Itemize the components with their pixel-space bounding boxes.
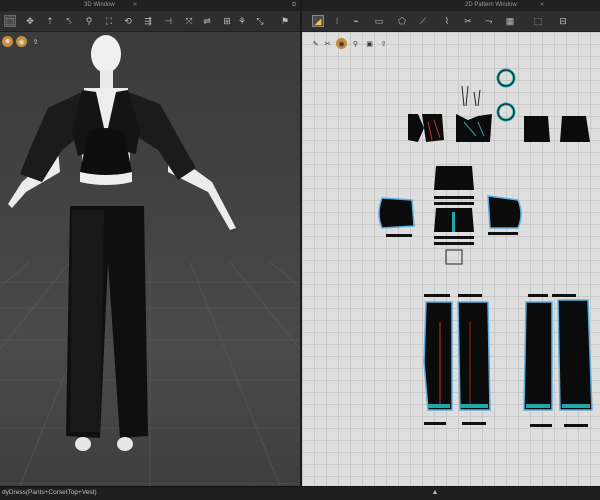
waistband-pieces [424,249,576,297]
segment-icon[interactable]: ⌇ [441,15,453,27]
toolbar-2d: ◢ ⁝ ⌁ ▭ ⬠ ⟋ ⌇ ✂ ⤳ ▦ ⬚ ⊟ [302,11,600,32]
avatar-scene [8,35,236,451]
garment-corset-top [80,128,132,175]
window-2d-title: 2D Pattern Window [465,2,517,8]
export-icon[interactable]: ⇪ [30,36,41,47]
symmetry-icon[interactable]: ⊟ [557,15,569,27]
curve-point-icon[interactable]: ⌁ [350,15,362,27]
measure-icon[interactable]: ⇶ [142,15,154,27]
window-2d: 2D Pattern Window ✕ ◢ ⁝ ⌁ ▭ ⬠ ⟋ ⌇ ✂ ⤳ ▦ … [302,0,600,486]
strap-icon[interactable]: ⚘ [236,15,248,27]
polygon-icon[interactable]: ⬠ [396,15,408,27]
trim-strap-pieces [461,68,516,122]
lasso-icon[interactable]: ⟲ [122,15,134,27]
arrange-icon[interactable]: ⤧ [183,15,195,27]
expand-up-icon[interactable]: ▲ [431,489,439,497]
window-3d-titlebar: 3D Window ✕ ⧉ [0,0,300,11]
trim-icon[interactable]: ⤡ [254,15,266,27]
texture-icon[interactable]: ◉ [16,36,27,47]
puckering-icon[interactable]: ⇌ [201,15,213,27]
rectangle-icon[interactable]: ▭ [373,15,385,27]
internal-line-icon[interactable]: ⟋ [417,15,429,27]
transform-pattern-icon[interactable]: ◢ [312,15,324,27]
close-icon[interactable]: ✕ [131,0,139,11]
sewing-icon[interactable]: ✂ [462,15,474,27]
select-mesh-icon[interactable]: ⬚ [4,15,16,27]
free-sewing-icon[interactable]: ⤳ [483,15,495,27]
avatar-pose-icon[interactable]: ⊞ [221,15,233,27]
pants-pattern-pieces [423,299,593,427]
status-bar: dyDress(Pants+CorsetTop+Vest) ▲ [0,486,600,500]
ruler-icon[interactable]: ⊣ [162,15,174,27]
edit-point-icon[interactable]: ⁝ [331,15,343,27]
undock-icon[interactable]: ⧉ [290,0,298,11]
status-text: dyDress(Pants+CorsetTop+Vest) [2,489,97,496]
app-root: 3D Window ✕ ⧉ ⬚ ✥ ⇡ ⤣ ⚲ ⛶ ⟲ ⇶ ⊣ ⤧ ⇌ ⊞ ⚘ … [0,0,600,500]
tack-icon[interactable]: ⇡ [44,15,56,27]
window-3d-title: 3D Window [84,2,115,8]
window-2d-titlebar: 2D Pattern Window ✕ [302,0,600,11]
viewport-3d[interactable]: ☻ ◉ ⇪ [0,32,300,486]
walk-icon[interactable]: ⚑ [279,15,291,27]
garment-pants-highlight [70,210,104,432]
fold-arrange-icon[interactable]: ⬚ [532,15,544,27]
pattern-layout [378,68,593,427]
toolbar-3d: ⬚ ✥ ⇡ ⤣ ⚲ ⛶ ⟲ ⇶ ⊣ ⤧ ⇌ ⊞ ⚘ ⤡ ⚑ [0,11,300,32]
vest-pattern-pieces [434,166,474,245]
move-icon[interactable]: ✥ [24,15,36,27]
avatar-icon[interactable]: ☻ [2,36,13,47]
avatar-left-foot [75,437,91,451]
avatar-head [91,35,121,73]
trace-icon[interactable]: ▦ [504,15,516,27]
window-3d: 3D Window ✕ ⧉ ⬚ ✥ ⇡ ⤣ ⚲ ⛶ ⟲ ⇶ ⊣ ⤧ ⇌ ⊞ ⚘ … [0,0,300,486]
close-icon[interactable]: ✕ [538,0,546,11]
viewport-2d[interactable]: ✎ ✂ ◉ ⚲ ▣ ⇪ [302,32,600,486]
avatar-right-foot [117,437,133,451]
box-select-icon[interactable]: ⛶ [103,15,115,27]
view-3d-tools: ☻ ◉ ⇪ [2,36,41,50]
pin-icon[interactable]: ⚲ [83,15,95,27]
fold-icon[interactable]: ⤣ [63,15,75,27]
avatar-neck [100,70,113,88]
